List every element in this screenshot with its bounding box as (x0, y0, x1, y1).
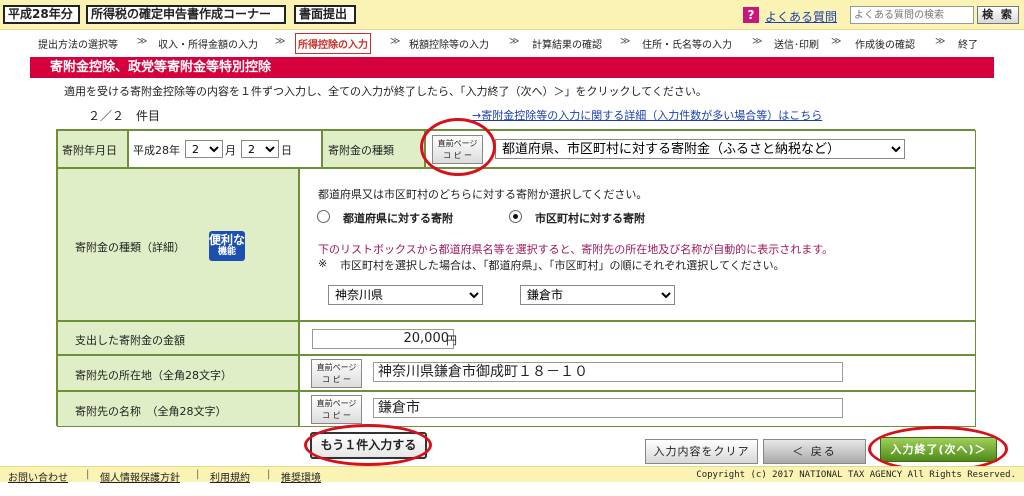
copy-previous-name-button[interactable]: 直前ページ コ ピ ー (311, 395, 362, 424)
name-label-cell: 寄附先の名称 （全角28文字） (57, 391, 299, 427)
donation-type-select[interactable]: 都道府県、市区町村に対する寄附金（ふるさと納税など） (495, 139, 905, 159)
amount-label: 支出した寄附金の金額 (75, 334, 185, 347)
step-result-check: 計算結果の確認 (532, 40, 602, 51)
footer-privacy-link[interactable]: 個人情報保護方針 (100, 469, 180, 484)
selection-order-note: 市区町村を選択した場合は、「都道府県」、「市区町村」の順にそれぞれ選択してくださ… (340, 259, 785, 272)
convenient-feature-badge[interactable]: 便利な 機能 (209, 231, 245, 261)
recipient-question: 都道府県又は市区町村のどちらに対する寄附か選択してください。 (318, 188, 648, 201)
day-unit: 日 (281, 144, 292, 157)
add-another-button[interactable]: もう１件入力する (310, 432, 427, 459)
copy-previous-address-button[interactable]: 直前ページ コ ピ ー (311, 359, 362, 388)
copyright-text: Copyright (c) 2017 NATIONAL TAX AGENCY A… (696, 470, 1016, 480)
step-separator: ≫ (509, 36, 520, 47)
copy-button-line2: コ ピ ー (321, 375, 352, 384)
footer-environment-link[interactable]: 推奨環境 (281, 469, 321, 484)
search-button[interactable]: 検 索 (977, 6, 1019, 24)
detail-label-cell: 寄附金の種類（詳細） (57, 168, 299, 321)
details-link[interactable]: →寄附金控除等の入力に関する詳細（入力件数が多い場合等）はこちら (472, 107, 822, 123)
step-separator: ≫ (752, 36, 763, 47)
step-address-entry: 住所・氏名等の入力 (642, 40, 732, 51)
benri-line2: 機能 (217, 247, 236, 257)
step-separator: ≫ (620, 36, 631, 47)
amount-value-cell: 20,000 円 (299, 321, 976, 355)
instruction-text: 適用を受ける寄附金控除等の内容を１件ずつ入力し、全ての入力が終了したら、「入力終… (64, 85, 707, 98)
autofill-note: 下のリストボックスから都道府県名等を選択すると、寄附先の所在地及び名称が自動的に… (318, 243, 834, 256)
step-separator: ≫ (935, 36, 946, 47)
month-unit: 月 (225, 144, 236, 157)
prefecture-select[interactable]: 神奈川県 (328, 285, 483, 305)
radio-municipality[interactable] (509, 210, 522, 223)
question-icon: ? (743, 7, 759, 23)
section-title: 寄附金控除、政党等寄附金等特別控除 (30, 57, 994, 78)
address-value-cell: 直前ページ コ ピ ー 神奈川県鎌倉市御成町１８－１０ (299, 355, 976, 391)
footer-terms-link[interactable]: 利用規約 (210, 469, 250, 484)
step-separator: ≫ (137, 36, 148, 47)
faq-link[interactable]: よくある質問 (765, 8, 837, 25)
type-value-cell: 直前ページ コ ピ ー 都道府県、市区町村に対する寄附金（ふるさと納税など） (425, 130, 976, 168)
step-income-entry: 収入・所得金額の入力 (158, 40, 258, 51)
name-label: 寄附先の名称 （全角28文字） (75, 405, 227, 418)
note-mark: ※ (318, 257, 328, 270)
progress-steps: 提出方法の選択等 ≫ 収入・所得金額の入力 ≫ 所得控除の入力 ≫ 税額控除等の… (0, 31, 1024, 55)
radio-prefecture-label: 都道府県に対する寄附 (343, 212, 453, 225)
step-submission-method: 提出方法の選択等 (38, 40, 118, 51)
top-header: 平成28年分 所得税の確定申告書作成コーナー 書面提出 ? よくある質問 検 索 (0, 0, 1024, 30)
tax-year-label: 平成28年分 (3, 5, 80, 24)
name-value-cell: 直前ページ コ ピ ー 鎌倉市 (299, 391, 976, 427)
copy-button-line1: 直前ページ (316, 399, 357, 408)
copy-button-line2: コ ピ ー (321, 411, 352, 420)
date-label-cell: 寄附年月日 (57, 130, 128, 168)
copy-previous-button[interactable]: 直前ページ コ ピ ー (432, 135, 483, 164)
benri-line1: 便利な (209, 233, 246, 247)
step-post-check: 作成後の確認 (855, 40, 915, 51)
footer-separator: | (196, 469, 200, 480)
donation-form: 寄附年月日 平成28年 2 月 2 日 寄附金の種類 直前ページ コ ピ ー 都… (56, 129, 976, 427)
detail-value-cell: 都道府県又は市区町村のどちらに対する寄附か選択してください。 都道府県に対する寄… (299, 168, 976, 321)
address-input[interactable]: 神奈川県鎌倉市御成町１８－１０ (373, 362, 843, 382)
type-label-cell: 寄附金の種類 (322, 130, 425, 168)
submission-method-label: 書面提出 (294, 5, 356, 24)
step-separator: ≫ (831, 36, 842, 47)
footer-contact-link[interactable]: お問い合わせ (8, 469, 68, 484)
address-label: 寄附先の所在地（全角28文字） (75, 369, 232, 382)
step-deduction-entry: 所得控除の入力 (295, 33, 371, 54)
footer-separator: | (267, 469, 271, 480)
step-tax-credit-entry: 税額控除等の入力 (409, 40, 489, 51)
amount-label-cell: 支出した寄附金の金額 (57, 321, 299, 355)
footer-separator: | (86, 469, 90, 480)
copy-button-line1: 直前ページ (437, 139, 478, 148)
amount-input[interactable]: 20,000 (312, 329, 454, 349)
detail-label: 寄附金の種類（詳細） (75, 241, 185, 254)
date-label: 寄附年月日 (62, 144, 117, 157)
date-value-cell: 平成28年 2 月 2 日 (128, 130, 322, 168)
entry-counter: ２／２ 件目 (88, 109, 161, 123)
type-label: 寄附金の種類 (328, 144, 394, 157)
step-separator: ≫ (390, 36, 401, 47)
municipality-select[interactable]: 鎌倉市 (520, 285, 675, 305)
corner-title: 所得税の確定申告書作成コーナー (86, 5, 286, 24)
faq-search-input[interactable] (850, 6, 974, 24)
step-send-print: 送信･印刷 (774, 40, 819, 51)
address-label-cell: 寄附先の所在地（全角28文字） (57, 355, 299, 391)
copy-button-line2: コ ピ ー (442, 151, 473, 160)
clear-button[interactable]: 入力内容をクリア (645, 439, 758, 464)
radio-prefecture[interactable] (317, 210, 330, 223)
copy-button-line1: 直前ページ (316, 363, 357, 372)
month-select[interactable]: 2 (185, 140, 223, 158)
radio-municipality-label: 市区町村に対する寄附 (535, 212, 645, 225)
era-label: 平成28年 (133, 144, 180, 157)
back-button[interactable]: ＜ 戻る (763, 439, 866, 464)
day-select[interactable]: 2 (241, 140, 279, 158)
recipient-name-input[interactable]: 鎌倉市 (373, 398, 843, 418)
finish-next-button[interactable]: 入力終了(次へ)＞ (880, 437, 997, 462)
footer: お問い合わせ | 個人情報保護方針 | 利用規約 | 推奨環境 Copyrigh… (0, 466, 1024, 484)
step-finish: 終了 (958, 40, 978, 51)
amount-unit: 円 (446, 334, 457, 347)
step-separator: ≫ (275, 36, 286, 47)
